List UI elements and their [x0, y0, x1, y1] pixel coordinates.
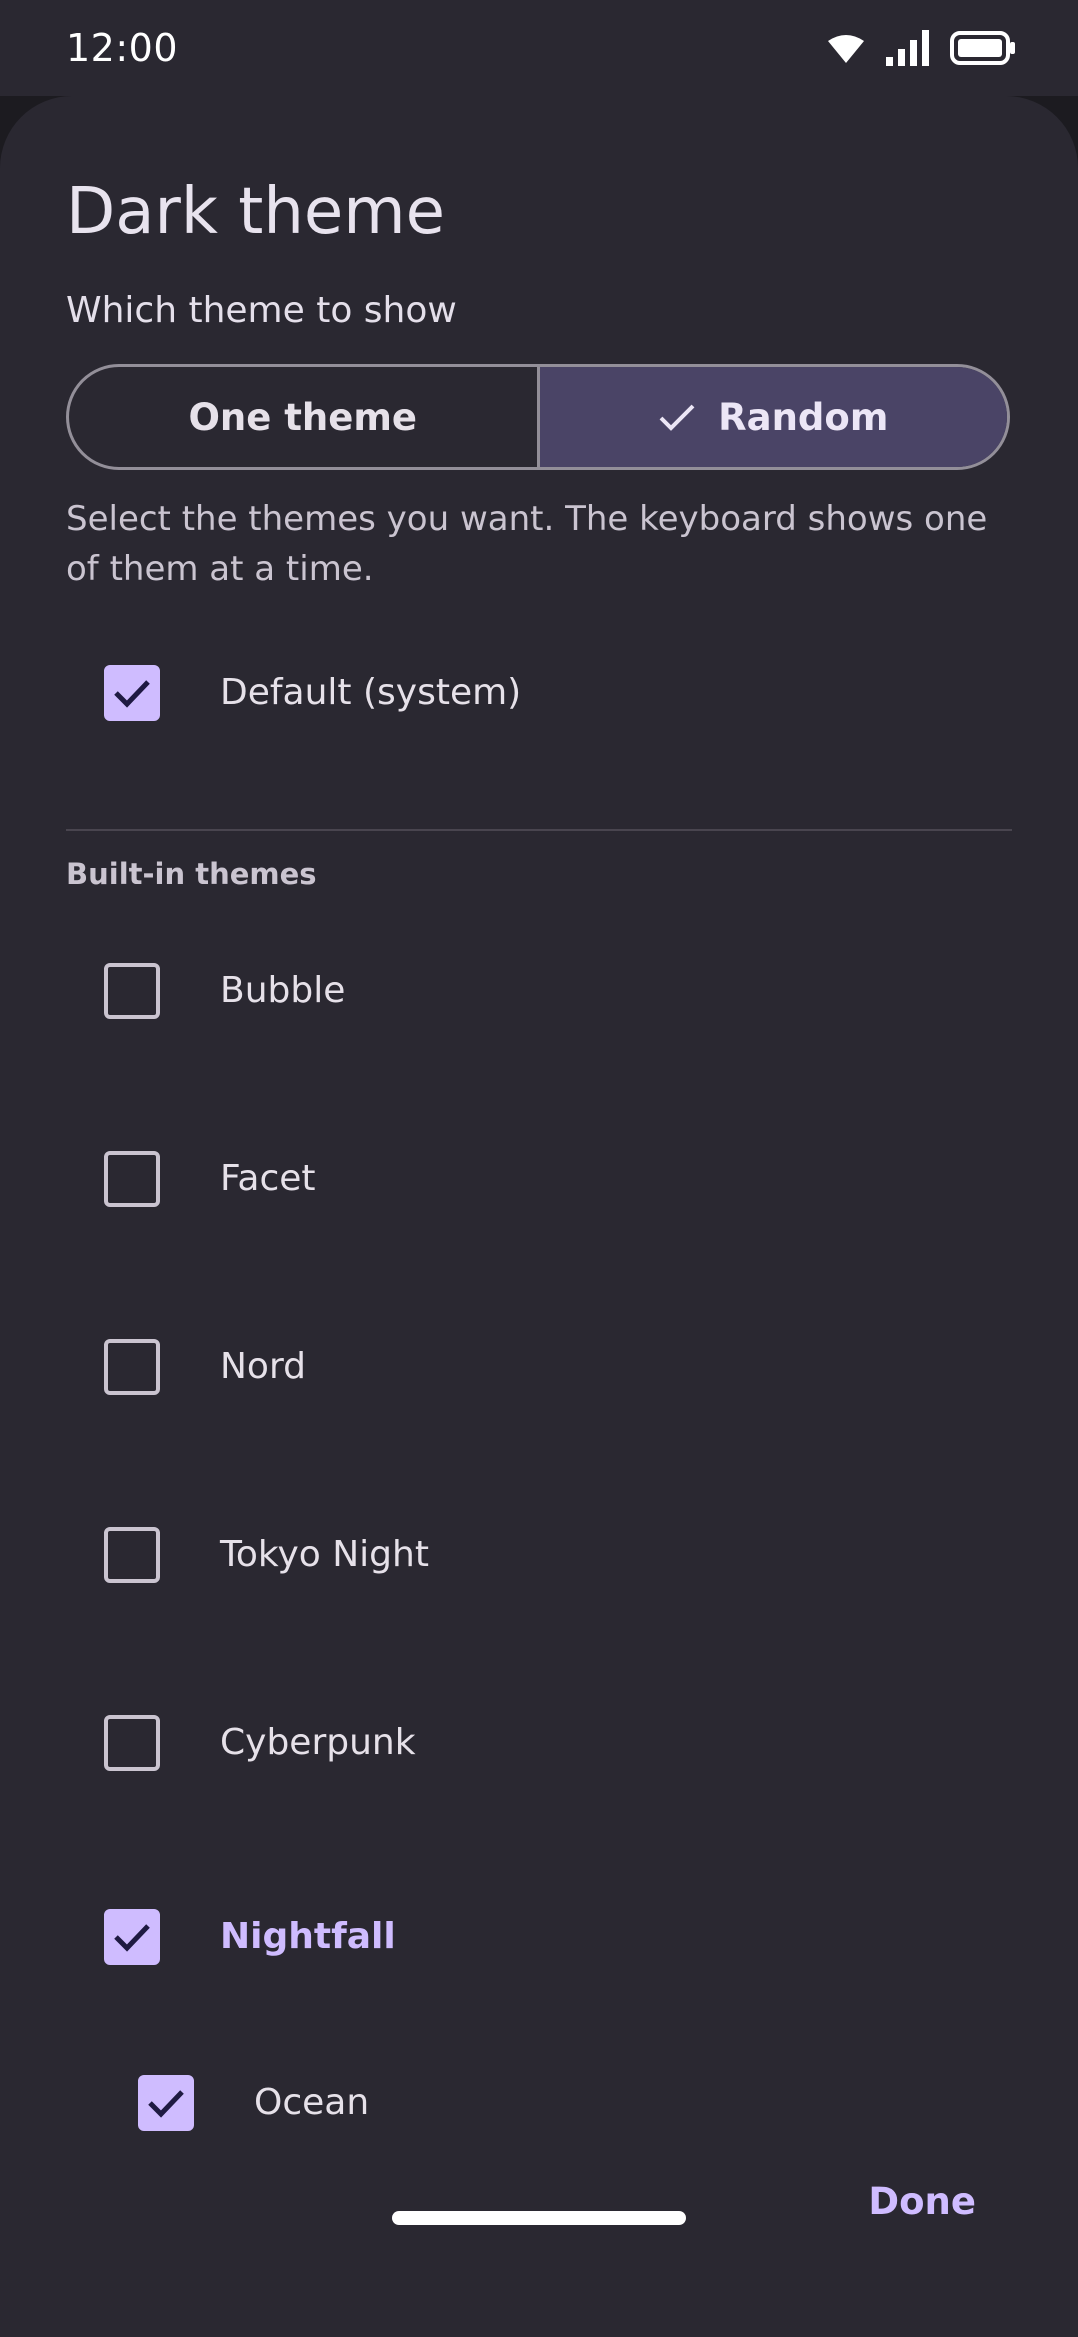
checkbox-bubble[interactable]: [104, 963, 160, 1019]
mode-label: Which theme to show: [66, 290, 457, 331]
screen: 12:00 Dark theme Which theme to show One: [0, 0, 1078, 2337]
theme-label-nightfall: Nightfall: [220, 1916, 396, 1957]
status-time: 12:00: [66, 26, 179, 70]
checkbox-tokyo-night[interactable]: [104, 1527, 160, 1583]
sheet-title: Dark theme: [66, 175, 445, 249]
check-icon: [659, 404, 695, 431]
cell-signal-icon: [886, 30, 929, 66]
theme-label-ocean: Ocean: [254, 2082, 370, 2123]
status-bar: 12:00: [0, 0, 1078, 96]
theme-mode-selector: One theme Random: [66, 364, 1010, 470]
status-icons: [826, 28, 1016, 68]
checkbox-facet[interactable]: [104, 1151, 160, 1207]
dark-theme-sheet: Dark theme Which theme to show One theme…: [0, 96, 1078, 2337]
theme-label-default-system: Default (system): [220, 672, 522, 713]
theme-label-bubble: Bubble: [220, 970, 346, 1011]
wifi-icon: [828, 35, 864, 63]
theme-row-tokyo-night[interactable]: Tokyo Night: [0, 1495, 1078, 1615]
checkbox-nord[interactable]: [104, 1339, 160, 1395]
theme-row-nightfall[interactable]: Nightfall: [0, 1877, 1078, 1997]
theme-label-facet: Facet: [220, 1158, 316, 1199]
theme-label-tokyo-night: Tokyo Night: [220, 1534, 429, 1575]
check-icon: [114, 1924, 150, 1952]
group-header: Built-in themes: [66, 857, 317, 891]
segment-one-theme[interactable]: One theme: [69, 367, 537, 467]
theme-row-nord[interactable]: Nord: [0, 1307, 1078, 1427]
checkbox-nightfall[interactable]: [104, 1909, 160, 1965]
check-icon: [114, 680, 150, 708]
checkbox-cyberpunk[interactable]: [104, 1715, 160, 1771]
theme-row-ocean[interactable]: Ocean: [0, 2043, 1078, 2163]
checkbox-ocean[interactable]: [138, 2075, 194, 2131]
theme-label-cyberpunk: Cyberpunk: [220, 1722, 416, 1763]
theme-row-facet[interactable]: Facet: [0, 1119, 1078, 1239]
home-indicator[interactable]: [392, 2211, 686, 2225]
segment-random-label: Random: [718, 395, 889, 439]
divider: [66, 829, 1012, 831]
segment-random[interactable]: Random: [536, 367, 1007, 467]
theme-row-cyberpunk[interactable]: Cyberpunk: [0, 1683, 1078, 1803]
battery-icon: [950, 31, 1015, 65]
theme-label-nord: Nord: [220, 1346, 306, 1387]
checkbox-default-system[interactable]: [104, 665, 160, 721]
theme-row-default-system[interactable]: Default (system): [0, 633, 1078, 753]
helper-text: Select the themes you want. The keyboard…: [66, 499, 988, 589]
check-icon: [148, 2090, 184, 2118]
segment-one-theme-label: One theme: [188, 395, 418, 439]
theme-row-bubble[interactable]: Bubble: [0, 931, 1078, 1051]
done-button[interactable]: Done: [868, 2178, 976, 2226]
